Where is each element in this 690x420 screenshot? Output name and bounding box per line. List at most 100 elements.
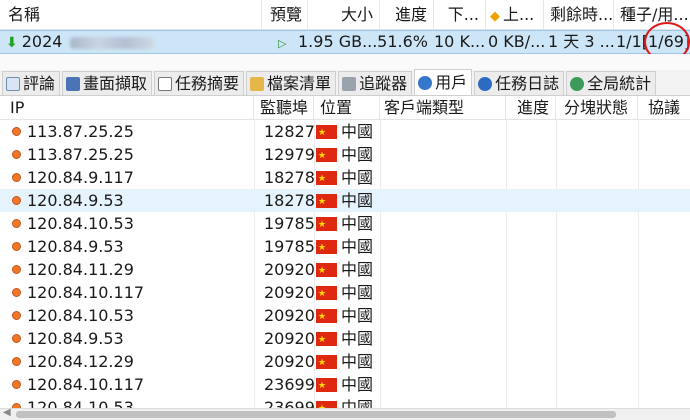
tab-summary-label: 任務摘要 [175, 73, 240, 93]
peer-status-icon [12, 196, 21, 205]
peer-row[interactable]: 120.84.10.53 20920 中國 [0, 304, 690, 329]
horizontal-scrollbar[interactable]: ◀ [0, 407, 690, 420]
peer-row[interactable]: 120.84.9.53 20920 中國 [0, 327, 690, 352]
peer-location: 中國 [341, 306, 374, 325]
peer-row[interactable]: 120.84.10.53 19785 中國 [0, 212, 690, 237]
peer-status-icon [12, 219, 21, 228]
peer-row[interactable]: 120.84.11.29 20920 中國 [0, 258, 690, 283]
tab-task-log[interactable]: 任務日誌 [474, 71, 565, 95]
peer-location: 中國 [341, 122, 374, 141]
column-header-upload-label: 上... [503, 5, 535, 24]
peer-location-cell: 中國 [316, 304, 374, 329]
column-header-ip[interactable]: IP [0, 96, 254, 120]
peer-row[interactable]: 120.84.12.29 20920 中國 [0, 350, 690, 375]
peer-status-icon [12, 242, 21, 251]
downloading-arrow-icon: ⬇ [6, 35, 18, 51]
column-header-download-speed[interactable]: 下... [434, 0, 486, 30]
column-header-protocol[interactable]: 協議 [638, 96, 690, 120]
peer-ip-cell: 120.84.10.53 [0, 304, 134, 327]
column-header-pieces[interactable]: 分塊狀態 [556, 96, 638, 120]
column-header-preview[interactable]: 預覽 [262, 0, 308, 30]
peer-ip-cell: 120.84.10.53 [0, 212, 134, 235]
china-flag-icon [316, 352, 337, 375]
peer-location: 中國 [341, 260, 374, 279]
peer-ip: 120.84.12.29 [27, 352, 134, 371]
stats-icon [570, 76, 585, 91]
tab-file-list[interactable]: 檔案清單 [246, 71, 337, 95]
column-header-size[interactable]: 大小 [308, 0, 380, 30]
download-row[interactable]: ⬇ 2024 ▷ 1.95 GB... 51.6% 10 K... 0 KB/..… [0, 30, 690, 54]
column-header-client[interactable]: 客戶端類型 [380, 96, 506, 120]
peer-location: 中國 [341, 145, 374, 164]
scroll-left-arrow-icon[interactable]: ◀ [3, 407, 11, 418]
peer-row[interactable]: 113.87.25.25 12827 中國 [0, 120, 690, 145]
china-flag-icon [316, 329, 337, 352]
peer-status-icon [12, 334, 21, 343]
peer-row[interactable]: 120.84.10.117 20920 中國 [0, 281, 690, 306]
tab-global-stats-label: 全局統計 [587, 73, 652, 93]
peer-port: 20920 [264, 306, 315, 325]
peer-row[interactable]: 120.84.9.53 18278 中國 [0, 189, 690, 214]
column-header-progress[interactable]: 進度 [380, 0, 434, 30]
peer-ip-cell: 120.84.12.29 [0, 350, 134, 373]
download-progress: 51.6% [377, 32, 428, 51]
peer-status-icon [12, 288, 21, 297]
peer-port: 20920 [264, 260, 315, 279]
china-flag-icon [316, 237, 337, 260]
peer-row[interactable]: 120.84.10.117 23699 中國 [0, 373, 690, 398]
peer-location: 中國 [341, 375, 374, 394]
peer-status-icon [12, 311, 21, 320]
peer-location: 中國 [341, 168, 374, 187]
peer-status-icon [12, 265, 21, 274]
peer-ip: 120.84.10.117 [27, 375, 145, 394]
peer-ip-cell: 120.84.9.53 [0, 327, 124, 350]
column-header-peer-progress[interactable]: 進度 [506, 96, 556, 120]
peer-row[interactable]: 113.87.25.25 12979 中國 [0, 143, 690, 168]
tab-comments[interactable]: 評論 [2, 71, 61, 95]
tab-screenshots[interactable]: 畫面擷取 [62, 71, 153, 95]
download-name: 2024 [21, 32, 63, 51]
screenshot-icon [66, 76, 81, 91]
peer-ip: 120.84.9.53 [27, 237, 124, 256]
download-speed: 10 K... [434, 32, 486, 51]
tab-summary[interactable]: 任務摘要 [154, 71, 245, 95]
peer-port: 18278 [264, 168, 315, 187]
tab-comments-label: 評論 [23, 73, 56, 93]
peer-port: 20920 [264, 329, 315, 348]
china-flag-icon [316, 260, 337, 283]
column-header-port[interactable]: 監聽埠 [254, 96, 314, 120]
column-header-location[interactable]: 位置 [314, 96, 380, 120]
peer-status-icon [12, 173, 21, 182]
china-flag-icon [316, 306, 337, 329]
tab-screenshots-label: 畫面擷取 [83, 73, 148, 93]
play-preview-icon[interactable]: ▷ [278, 37, 286, 50]
peer-ip: 120.84.9.53 [27, 191, 124, 210]
peer-ip: 113.87.25.25 [27, 145, 134, 164]
peer-ip-cell: 120.84.9.53 [0, 189, 124, 212]
scrollbar-thumb[interactable] [16, 411, 616, 418]
peer-ip-cell: 120.84.11.29 [0, 258, 134, 281]
tab-trackers-label: 追蹤器 [359, 73, 408, 93]
column-header-upload-speed[interactable]: ◆ 上... [486, 0, 544, 30]
peer-location: 中國 [341, 329, 374, 348]
peer-ip-cell: 120.84.10.117 [0, 281, 144, 304]
peer-row[interactable]: 120.84.9.117 18278 中國 [0, 166, 690, 191]
tab-global-stats[interactable]: 全局統計 [566, 71, 657, 95]
peer-port: 12827 [264, 122, 315, 141]
tab-trackers[interactable]: 追蹤器 [338, 71, 413, 95]
peer-ip: 113.87.25.25 [27, 122, 134, 141]
tab-peers[interactable]: 用戶 [414, 69, 473, 95]
peers-table-header: IP 監聽埠 位置 客戶端類型 進度 分塊狀態 協議 [0, 96, 690, 120]
column-header-remaining-time[interactable]: 剩餘時... [544, 0, 614, 30]
download-table-header: 名稱 預覽 大小 進度 下... ◆ 上... 剩餘時... 種子/用... [0, 0, 690, 30]
peer-location-cell: 中國 [316, 189, 373, 214]
peer-row[interactable]: 120.84.9.53 19785 中國 [0, 235, 690, 260]
peer-ip: 120.84.9.117 [27, 168, 134, 187]
tab-file-list-label: 檔案清單 [267, 73, 332, 93]
peer-location-cell: 中國 [316, 350, 373, 375]
column-header-name[interactable]: 名稱 [0, 0, 262, 30]
china-flag-icon [316, 191, 337, 214]
peer-status-icon [12, 357, 21, 366]
peer-port: 12979 [264, 145, 315, 164]
comment-icon [6, 76, 20, 91]
